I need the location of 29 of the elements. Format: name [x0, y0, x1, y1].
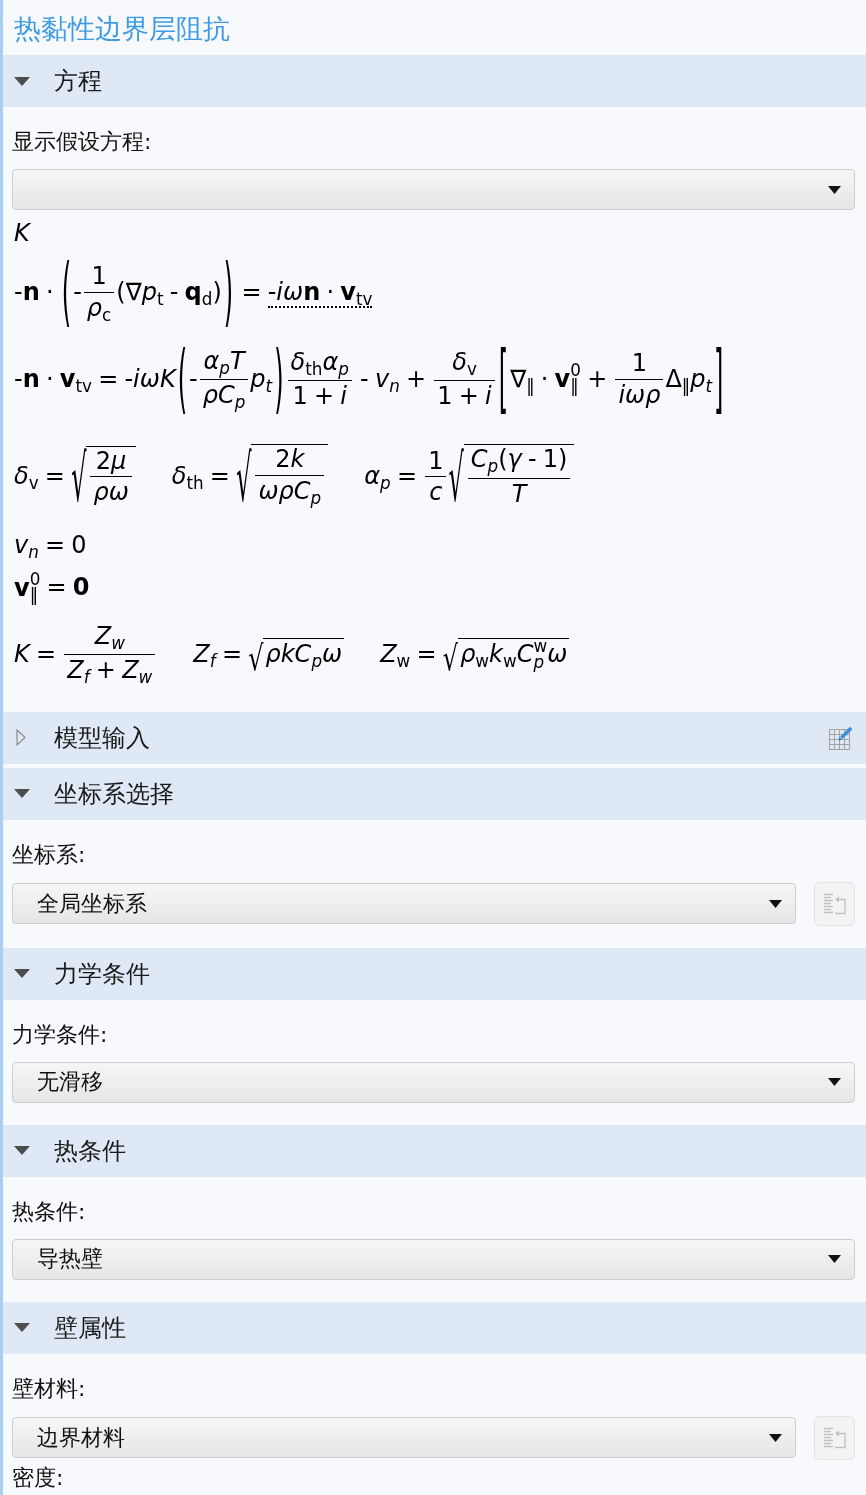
panel-title: 热黏性边界层阻抗: [13, 12, 231, 46]
caret-down-icon: [828, 1255, 841, 1264]
section-header[interactable]: 热条件: [3, 1124, 866, 1177]
equation: K = Z$_{w}$ Z$_{f}$ + Z$_{w}$: [14, 622, 158, 688]
dropdown[interactable]: 全局坐标系: [12, 883, 796, 925]
equation: K: [14, 218, 30, 248]
section-header[interactable]: 坐标系选择: [3, 767, 866, 820]
field-label: 热条件:: [12, 1197, 87, 1226]
caret-down-icon: [769, 1433, 782, 1442]
section-header[interactable]: 方程: [3, 55, 866, 107]
field-label: 坐标系:: [12, 840, 87, 869]
list-arrow-icon: [822, 1425, 847, 1450]
list-arrow-icon: [822, 891, 847, 916]
dropdown[interactable]: 边界材料: [12, 1417, 796, 1459]
section-header[interactable]: 壁属性: [3, 1301, 866, 1354]
section-header[interactable]: 力学条件: [3, 947, 866, 1000]
dropdown[interactable]: 导热壁: [12, 1238, 855, 1280]
field-label: 密度:: [12, 1463, 65, 1492]
field-label: 显示假设方程:: [12, 128, 153, 156]
dropdown[interactable]: 无滑移: [12, 1061, 855, 1103]
dropdown[interactable]: [12, 169, 855, 210]
caret-down-icon: [828, 1078, 841, 1087]
equation: v$_{n}$ = 0: [14, 530, 87, 564]
field-label: 壁材料:: [12, 1374, 87, 1403]
caret-down-icon: [769, 899, 782, 908]
grid-pencil-icon[interactable]: [829, 725, 853, 750]
caret-down-icon: [828, 185, 841, 194]
field-label: 力学条件:: [12, 1020, 109, 1049]
section-header[interactable]: 模型输入: [3, 711, 866, 764]
